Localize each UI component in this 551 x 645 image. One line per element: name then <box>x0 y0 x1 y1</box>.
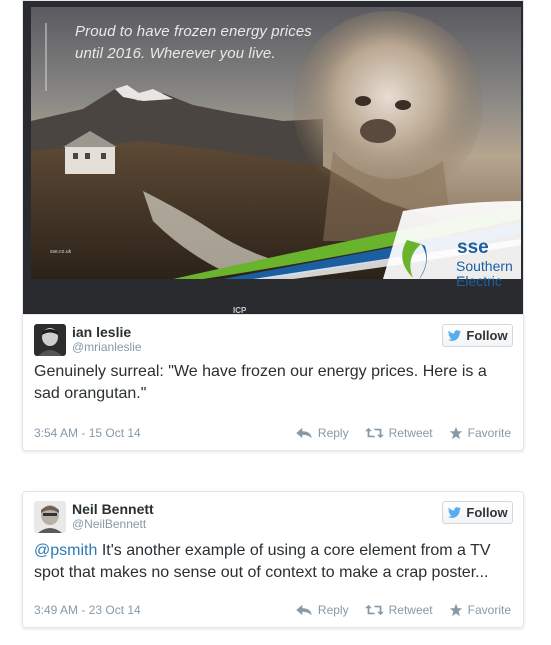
reply-button[interactable]: Reply <box>295 603 349 617</box>
twitter-bird-icon <box>448 329 462 341</box>
avatar[interactable] <box>34 324 66 356</box>
follow-button[interactable]: Follow <box>442 324 513 347</box>
author-handle[interactable]: @NeilBennett <box>72 517 146 531</box>
retweet-button[interactable]: Retweet <box>364 426 433 440</box>
tweet-card: ian leslie @mrianleslie Follow Genuinely… <box>22 314 524 451</box>
reply-icon <box>296 427 312 439</box>
tweet-body: It's another example of using a core ele… <box>34 542 491 581</box>
follow-label: Follow <box>466 328 508 343</box>
author-name[interactable]: ian leslie <box>72 324 131 340</box>
avatar[interactable] <box>34 501 66 533</box>
tweet-text: Genuinely surreal: "We have frozen our e… <box>34 363 487 402</box>
favorite-button[interactable]: Favorite <box>449 603 511 617</box>
ad-brand-sub-line-1: Southern <box>456 258 513 274</box>
avatar-image <box>34 324 66 356</box>
follow-button[interactable]: Follow <box>442 501 513 524</box>
tweet-actions: Reply Retweet Favorite <box>295 426 511 440</box>
ad-brand: sse <box>457 237 489 258</box>
retweet-button[interactable]: Retweet <box>364 603 433 617</box>
mention-link[interactable]: @psmith <box>34 542 97 559</box>
star-icon <box>449 426 462 440</box>
reply-label: Reply <box>317 603 349 617</box>
favorite-label: Favorite <box>467 426 511 440</box>
ad-headline-line-2: until 2016. Wherever you live. <box>75 45 276 62</box>
tweet-timestamp[interactable]: 3:49 AM - 23 Oct 14 <box>34 603 141 617</box>
favorite-button[interactable]: Favorite <box>449 426 511 440</box>
tweet-actions: Reply Retweet Favorite <box>295 603 511 617</box>
author-handle[interactable]: @mrianleslie <box>72 340 142 354</box>
ad-url: sse.co.uk <box>50 249 72 255</box>
tweet-card: Neil Bennett @NeilBennett Follow @psmith… <box>22 491 524 628</box>
retweet-icon <box>364 604 384 616</box>
retweet-label: Retweet <box>388 426 433 440</box>
favorite-label: Favorite <box>467 603 511 617</box>
ad-headline: Proud to have frozen energy prices until… <box>75 21 335 65</box>
reply-icon <box>296 604 312 616</box>
follow-label: Follow <box>466 505 508 520</box>
tweet-text: @psmith It's another example of using a … <box>34 540 514 584</box>
author-name[interactable]: Neil Bennett <box>72 501 154 517</box>
tweet-timestamp[interactable]: 3:54 AM - 15 Oct 14 <box>34 426 141 440</box>
ad-brand-sub-line-2: Electric <box>456 273 502 289</box>
reply-label: Reply <box>317 426 349 440</box>
ad-headline-line-1: Proud to have frozen energy prices <box>75 23 312 40</box>
star-icon <box>449 603 462 617</box>
reply-button[interactable]: Reply <box>295 426 349 440</box>
twitter-bird-icon <box>448 506 462 518</box>
avatar-image <box>34 501 66 533</box>
retweet-icon <box>364 427 384 439</box>
sign-fragment: ICP <box>233 306 247 314</box>
ad-brand-sub: Southern Electric <box>456 259 513 289</box>
retweet-label: Retweet <box>388 603 433 617</box>
tweet-photo[interactable]: Proud to have frozen energy prices until… <box>22 0 524 314</box>
